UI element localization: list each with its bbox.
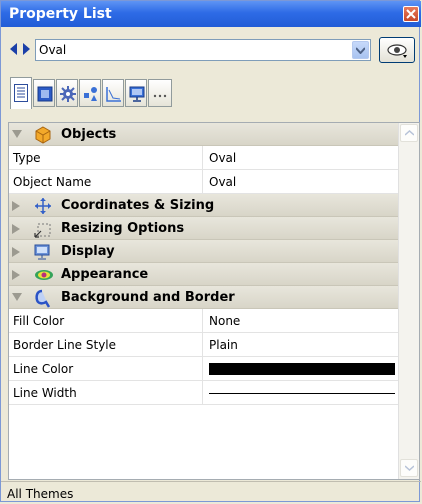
shapes-icon	[84, 87, 97, 101]
status-text: All Themes	[7, 487, 74, 501]
collapsed-triangle-icon	[12, 247, 20, 257]
column-divider	[202, 357, 203, 381]
properties-list-icon	[14, 84, 28, 102]
chevron-up-icon	[405, 130, 414, 136]
eye-view-icon	[387, 44, 407, 58]
column-divider	[202, 333, 203, 357]
color-swatch[interactable]	[209, 363, 395, 375]
category-label: Coordinates & Sizing	[61, 198, 215, 213]
property-row-object-name[interactable]: Object Name Oval	[9, 170, 398, 194]
column-divider	[202, 309, 203, 333]
tab-display[interactable]	[125, 79, 147, 107]
line-width-sample[interactable]	[209, 393, 395, 394]
category-background-border[interactable]: Background and Border	[9, 286, 398, 309]
status-bar: All Themes	[1, 481, 421, 503]
category-label: Appearance	[61, 267, 149, 282]
property-grid: Objects Type Oval Object Name Oval Coord…	[8, 122, 420, 480]
object-dropdown[interactable]: Oval	[35, 39, 371, 61]
object-selector-row: Oval	[1, 29, 421, 75]
scroll-down-button[interactable]	[400, 459, 418, 477]
property-name: Type	[13, 151, 41, 165]
property-value[interactable]: Oval	[209, 175, 236, 189]
category-label: Background and Border	[61, 290, 235, 305]
title-bar[interactable]: Property List	[1, 1, 421, 27]
tab-shapes[interactable]	[79, 79, 101, 107]
background-border-icon	[35, 289, 51, 308]
category-label: Resizing Options	[61, 221, 185, 236]
column-divider	[202, 146, 203, 170]
tab-page[interactable]	[33, 79, 55, 107]
objects-icon	[35, 126, 51, 144]
collapsed-triangle-icon	[12, 270, 20, 280]
property-value[interactable]: None	[209, 314, 240, 328]
scroll-up-button[interactable]	[400, 124, 418, 142]
view-options-button[interactable]	[379, 37, 415, 63]
property-row-line-width[interactable]: Line Width	[9, 381, 398, 405]
property-row-type[interactable]: Type Oval	[9, 146, 398, 170]
category-tab-bar	[1, 75, 421, 125]
property-name: Fill Color	[13, 314, 65, 328]
collapsed-triangle-icon	[12, 224, 20, 234]
display-icon	[34, 244, 50, 260]
chart-axes-icon	[106, 87, 121, 102]
gear-icon	[60, 86, 76, 102]
chevron-down-icon	[405, 465, 414, 471]
dropdown-button[interactable]	[352, 41, 369, 59]
property-name: Object Name	[13, 175, 92, 189]
page-icon	[37, 86, 53, 102]
close-button[interactable]	[403, 6, 419, 22]
expanded-triangle-icon	[12, 130, 22, 138]
column-divider	[202, 381, 203, 405]
category-label: Objects	[61, 127, 117, 142]
window-title: Property List	[9, 6, 112, 22]
appearance-icon	[35, 270, 53, 280]
category-appearance[interactable]: Appearance	[9, 263, 398, 286]
property-row-border-line-style[interactable]: Border Line Style Plain	[9, 333, 398, 357]
property-list-window: Property List Oval Objects Type Oval Obj…	[0, 0, 421, 503]
category-resizing-options[interactable]: Resizing Options	[9, 217, 398, 240]
column-divider	[202, 170, 203, 194]
category-objects[interactable]: Objects	[9, 123, 398, 146]
close-icon	[406, 9, 416, 19]
expanded-triangle-icon	[12, 293, 22, 301]
chevron-down-icon	[356, 47, 365, 54]
property-name: Border Line Style	[13, 338, 117, 352]
tab-more[interactable]	[148, 79, 172, 107]
collapsed-triangle-icon	[12, 201, 20, 211]
property-name: Line Color	[13, 362, 74, 376]
property-name: Line Width	[13, 386, 77, 400]
more-icon	[153, 94, 167, 98]
category-coordinates-sizing[interactable]: Coordinates & Sizing	[9, 194, 398, 217]
nav-arrows-icon[interactable]	[10, 43, 30, 58]
category-display[interactable]: Display	[9, 240, 398, 263]
property-row-line-color[interactable]: Line Color	[9, 357, 398, 381]
category-label: Display	[61, 244, 115, 259]
property-value[interactable]: Oval	[209, 151, 236, 165]
object-dropdown-value: Oval	[39, 43, 67, 57]
property-value[interactable]: Plain	[209, 338, 238, 352]
coordinates-icon	[35, 198, 51, 214]
property-grid-content: Objects Type Oval Object Name Oval Coord…	[9, 123, 398, 479]
property-row-fill-color[interactable]: Fill Color None	[9, 309, 398, 333]
tab-chart[interactable]	[102, 79, 124, 107]
tab-properties-list[interactable]	[10, 77, 32, 109]
resizing-icon	[34, 223, 51, 238]
tab-settings[interactable]	[56, 79, 78, 107]
monitor-icon	[129, 86, 145, 102]
vertical-scrollbar[interactable]	[398, 123, 419, 479]
